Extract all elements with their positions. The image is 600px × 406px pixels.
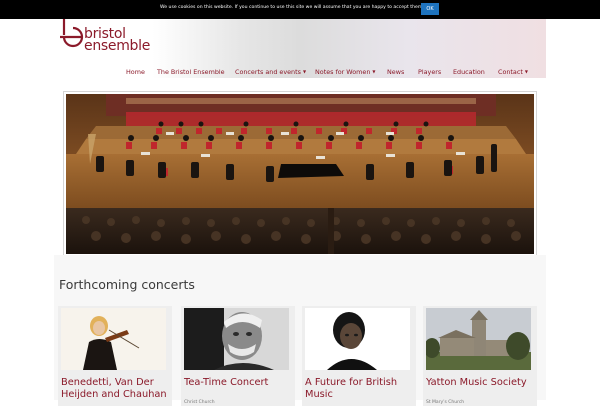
bristol-ensemble-logo-icon[interactable] <box>58 19 84 49</box>
hero-image-frame <box>63 91 537 257</box>
concert-card-title[interactable]: Benedetti, Van Der Heijden and Chauhan <box>61 377 171 400</box>
chevron-down-icon: ▼ <box>372 69 376 74</box>
orchestra-photo <box>66 94 534 254</box>
concert-card-title[interactable]: Tea-Time Concert <box>184 377 294 389</box>
concert-card-title[interactable]: A Future for British Music <box>305 377 415 400</box>
composer-portrait-photo[interactable] <box>184 308 289 370</box>
logo-text-ensemble[interactable]: ensemble <box>84 39 150 53</box>
concert-card-title[interactable]: Yatton Music Society <box>426 377 536 389</box>
cookie-message: We use cookies on this website. If you c… <box>160 5 424 10</box>
nav-item-players[interactable]: Players <box>418 68 441 76</box>
singer-portrait-photo[interactable] <box>305 308 410 370</box>
nav-item-contact[interactable]: Contact ▼ <box>498 68 528 76</box>
nav-item-education[interactable]: Education <box>453 68 485 76</box>
concert-card-venue: St Mary's Church <box>426 400 465 405</box>
concert-card[interactable]: Yatton Music Society St Mary's Church <box>423 306 537 406</box>
concert-card[interactable]: Tea-Time Concert Christ Church <box>181 306 295 406</box>
orchestra-stage-illustration <box>66 94 534 254</box>
church-photo[interactable] <box>426 308 531 370</box>
chevron-down-icon: ▼ <box>524 69 528 74</box>
nav-item-notes-for-women[interactable]: Notes for Women ▼ <box>315 68 375 76</box>
cookie-ok-button[interactable]: OK <box>421 3 439 15</box>
nav-item-news[interactable]: News <box>387 68 404 76</box>
concert-card[interactable]: A Future for British Music <box>302 306 416 406</box>
cookie-consent-bar: We use cookies on this website. If you c… <box>0 0 600 19</box>
nav-item-the-bristol-ensemble[interactable]: The Bristol Ensemble <box>157 68 225 76</box>
main-navigation: Home The Bristol Ensemble Concerts and e… <box>54 66 546 79</box>
concert-card[interactable]: Benedetti, Van Der Heijden and Chauhan <box>58 306 172 406</box>
nav-item-concerts-and-events[interactable]: Concerts and events ▼ <box>235 68 306 76</box>
violinist-photo[interactable] <box>61 308 166 370</box>
chevron-down-icon: ▼ <box>302 69 307 74</box>
concert-card-venue: Christ Church <box>184 400 215 405</box>
forthcoming-concerts-heading: Forthcoming concerts <box>59 277 195 292</box>
nav-item-home[interactable]: Home <box>126 68 145 76</box>
